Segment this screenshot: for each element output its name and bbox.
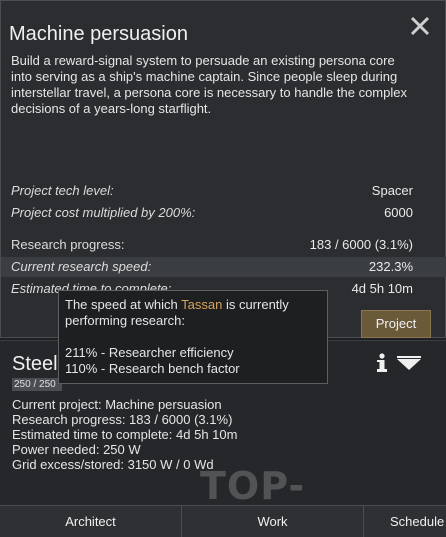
inspect-line: Research progress: 183 / 6000 (3.1%): [12, 412, 233, 427]
inspect-lines: Current project: Machine persuasion Rese…: [12, 397, 237, 472]
info-icon[interactable]: [374, 353, 390, 373]
rename-icon[interactable]: [396, 355, 422, 371]
tab-architect[interactable]: Architect: [0, 506, 182, 537]
cost-value: 6000: [384, 205, 413, 220]
window-title: Machine persuasion: [9, 23, 188, 45]
tech-level-row: Project tech level: Spacer: [1, 181, 446, 201]
tooltip-line1: The speed at which Tassan is currently: [65, 297, 321, 313]
tab-schedule[interactable]: Schedule: [364, 506, 446, 537]
hp-text: 250 / 250: [14, 379, 56, 390]
tech-level-value: Spacer: [371, 183, 413, 198]
tooltip-suffix: is currently: [225, 297, 289, 312]
research-window: Machine persuasion Build a reward-signal…: [0, 0, 446, 338]
inspect-line: Estimated time to complete: 4d 5h 10m: [12, 427, 238, 442]
colonist-name: Tassan: [181, 297, 223, 312]
bottom-bar: Architect Work Schedule: [0, 505, 446, 537]
cost-row: Project cost multiplied by 200%: 6000: [1, 203, 446, 223]
speed-value: 232.3%: [368, 259, 413, 274]
eta-value: 4d 5h 10m: [351, 281, 413, 296]
tab-work[interactable]: Work: [182, 506, 364, 537]
close-icon[interactable]: [409, 15, 431, 37]
project-description: Build a reward-signal system to persuade…: [11, 53, 407, 116]
research-speed-tooltip: The speed at which Tassan is currently p…: [58, 290, 328, 384]
project-button[interactable]: Project: [361, 310, 431, 338]
progress-label: Research progress:: [11, 237, 125, 252]
factor-researcher: 211% - Researcher efficiency: [65, 345, 234, 360]
inspect-line: Power needed: 250 W: [12, 442, 141, 457]
factor-bench: 110% - Research bench factor: [65, 361, 240, 376]
speed-row[interactable]: Current research speed: 232.3%: [1, 257, 446, 277]
tooltip-prefix: The speed at which: [65, 297, 178, 312]
tooltip-line2: performing research:: [65, 313, 185, 328]
progress-value: 183 / 6000 (3.1%): [309, 237, 413, 252]
inspect-title: Steel: [12, 353, 58, 375]
progress-row: Research progress: 183 / 6000 (3.1%): [1, 235, 446, 255]
cost-label: Project cost multiplied by 200%:: [11, 205, 196, 220]
tech-level-label: Project tech level:: [11, 183, 114, 198]
inspect-line: Current project: Machine persuasion: [12, 397, 222, 412]
speed-label: Current research speed:: [11, 259, 152, 274]
